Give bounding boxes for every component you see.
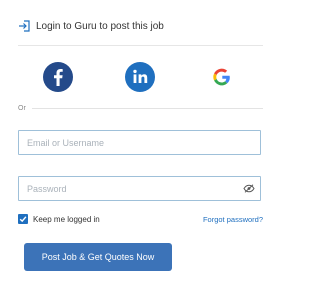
- forgot-password-link[interactable]: Forgot password?: [203, 215, 263, 224]
- remember-me[interactable]: Keep me logged in: [18, 214, 100, 224]
- or-label: Or: [18, 105, 26, 112]
- remember-checkbox[interactable]: [18, 214, 28, 224]
- checkmark-icon: [19, 216, 27, 223]
- login-title: Login to Guru to post this job: [36, 20, 164, 32]
- login-header: Login to Guru to post this job: [18, 20, 164, 32]
- eye-slash-icon[interactable]: [243, 184, 255, 193]
- google-icon[interactable]: [207, 62, 237, 92]
- remember-label: Keep me logged in: [33, 214, 100, 224]
- or-line: [31, 108, 263, 109]
- linkedin-icon[interactable]: [125, 62, 155, 92]
- password-field[interactable]: [18, 176, 261, 201]
- post-job-button[interactable]: Post Job & Get Quotes Now: [24, 243, 172, 271]
- login-icon: [19, 20, 30, 32]
- or-divider: Or: [18, 105, 263, 112]
- facebook-icon[interactable]: [43, 62, 73, 92]
- email-field[interactable]: [18, 130, 261, 155]
- header-divider: [18, 45, 263, 46]
